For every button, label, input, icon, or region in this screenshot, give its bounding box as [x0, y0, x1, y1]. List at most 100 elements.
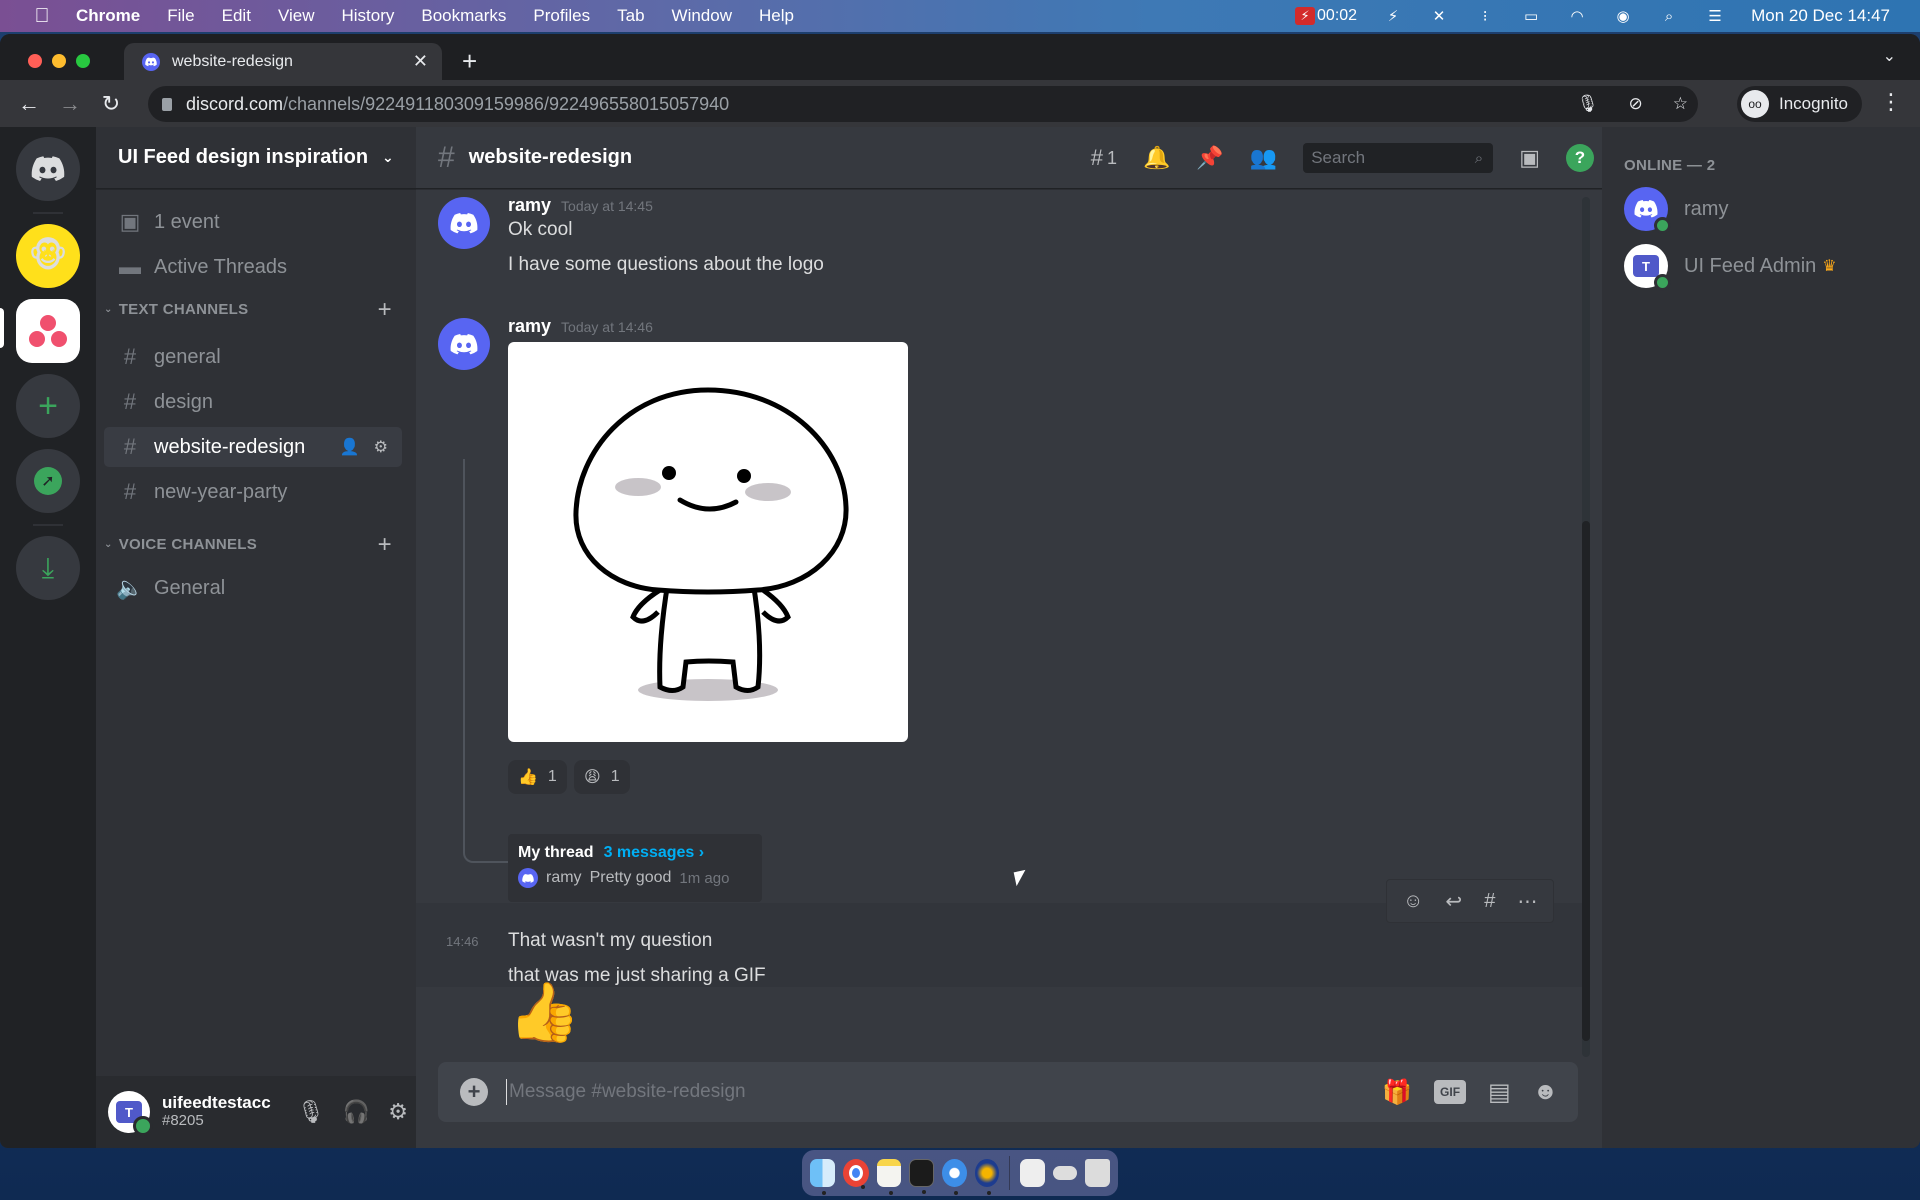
mute-microphone-icon[interactable]: 🎙 [297, 1099, 325, 1125]
reaction-weary-face[interactable]: 😩 1 [574, 760, 630, 794]
tracking-blocked-eye-icon[interactable]: ⊘ [1629, 94, 1643, 114]
reload-button[interactable]: ↻ [99, 91, 123, 117]
tab-search-chevron-icon[interactable]: ⌄ [1883, 46, 1896, 66]
channel-general[interactable]: # general [104, 337, 402, 377]
member-item[interactable]: T UI Feed Admin ♛ [1624, 244, 1837, 291]
thread-messages-link[interactable]: 3 messages › [604, 844, 705, 862]
bolt-app-icon[interactable]: ⚡ [1383, 6, 1403, 26]
menubar-clock[interactable]: Mon 20 Dec 14:47 [1751, 6, 1890, 26]
menu-profiles[interactable]: Profiles [533, 6, 590, 26]
create-text-channel-button[interactable]: + [378, 296, 392, 324]
dock-trash-icon[interactable] [1085, 1159, 1111, 1187]
member-list-icon[interactable]: 👥 [1250, 145, 1277, 171]
voice-channels-category[interactable]: ⌄ VOICE CHANNELS + [104, 531, 402, 558]
events-item[interactable]: ▣ 1 event [104, 202, 402, 242]
user-avatar[interactable]: T [108, 1091, 153, 1136]
menu-window[interactable]: Window [672, 6, 732, 26]
dock-finder-icon[interactable] [810, 1159, 835, 1195]
minimize-window-button[interactable] [52, 54, 66, 68]
dock-notes-icon[interactable] [876, 1159, 902, 1195]
menu-history[interactable]: History [341, 6, 394, 26]
dock-terminal-icon[interactable] [909, 1159, 935, 1194]
channel-new-year-party[interactable]: # new-year-party [104, 472, 402, 512]
wifi-icon[interactable]: ◠ [1567, 6, 1587, 26]
threads-button[interactable]: # 1 [1091, 145, 1117, 171]
browser-tab[interactable]: website-redesign ✕ [124, 43, 442, 80]
spotlight-search-icon[interactable]: ⌕ [1659, 6, 1679, 26]
apple-menu-icon[interactable]:  [30, 5, 54, 28]
author-avatar[interactable] [438, 318, 490, 370]
search-input[interactable]: Search ⌕ [1303, 143, 1494, 173]
server-ui-feed[interactable] [16, 299, 80, 363]
user-settings-gear-icon[interactable]: ⚙ [388, 1099, 408, 1125]
author-avatar[interactable] [438, 197, 490, 249]
member-item[interactable]: ramy [1624, 187, 1728, 234]
menu-file[interactable]: File [167, 6, 194, 26]
address-bar[interactable]: discord.com/channels/922491180309159986/… [148, 86, 1698, 122]
explore-servers-button[interactable]: ➚ [16, 449, 80, 513]
battery-icon[interactable]: ▭ [1521, 6, 1541, 26]
sticker-icon[interactable]: ▤ [1488, 1078, 1511, 1107]
pinned-messages-icon[interactable]: 📌 [1196, 145, 1223, 171]
menu-view[interactable]: View [278, 6, 315, 26]
screen-recorder[interactable]: ⚡ 00:02 [1295, 7, 1357, 25]
menu-bookmarks[interactable]: Bookmarks [421, 6, 506, 26]
dock-window-preview-icon[interactable] [1052, 1166, 1078, 1180]
zoom-window-button[interactable] [76, 54, 90, 68]
add-server-button[interactable]: + [16, 374, 80, 438]
gif-picker-button[interactable]: GIF [1434, 1080, 1467, 1104]
dock-safari-icon[interactable] [942, 1159, 967, 1195]
bookmark-star-icon[interactable]: ☆ [1673, 94, 1688, 114]
create-thread-icon[interactable]: # [1484, 890, 1495, 913]
incognito-profile-button[interactable]: oo Incognito [1737, 86, 1862, 122]
reaction-thumbs-up[interactable]: 👍 1 [508, 760, 567, 794]
close-tab-icon[interactable]: ✕ [413, 51, 428, 72]
inbox-icon[interactable]: ▣ [1519, 145, 1540, 171]
more-options-icon[interactable]: ⋯ [1517, 889, 1537, 914]
new-tab-button[interactable]: + [462, 46, 477, 77]
create-invite-icon[interactable]: 👤 [340, 437, 360, 457]
forward-button[interactable]: → [58, 91, 82, 117]
gif-attachment[interactable] [508, 342, 908, 742]
author-name[interactable]: ramy [508, 195, 551, 216]
back-button[interactable]: ← [17, 91, 41, 117]
dots-icon[interactable]: ⁝ [1475, 6, 1495, 26]
menu-app-name[interactable]: Chrome [76, 6, 140, 26]
message-scrollbar[interactable] [1582, 197, 1590, 1057]
channel-design[interactable]: # design [104, 382, 402, 422]
help-icon[interactable]: ? [1566, 144, 1594, 172]
voice-channel-general[interactable]: 🔈 General [104, 568, 402, 608]
chrome-menu-icon[interactable]: ⋮ [1880, 89, 1902, 115]
bluetooth-icon[interactable]: ✕ [1429, 6, 1449, 26]
menu-help[interactable]: Help [759, 6, 794, 26]
close-window-button[interactable] [28, 54, 42, 68]
edit-channel-gear-icon[interactable]: ⚙ [374, 437, 388, 457]
dock-document-icon[interactable] [1020, 1159, 1045, 1187]
dock-chrome-icon[interactable] [842, 1159, 869, 1189]
direct-messages-button[interactable] [16, 137, 80, 201]
text-channels-category[interactable]: ⌄ TEXT CHANNELS + [104, 296, 402, 323]
deafen-headphones-icon[interactable]: 🎧 [343, 1099, 370, 1125]
user-account-icon[interactable]: ◉ [1613, 6, 1633, 26]
gift-icon[interactable]: 🎁 [1382, 1078, 1412, 1107]
server-mailchimp[interactable]: 🐵 [16, 224, 80, 288]
create-voice-channel-button[interactable]: + [378, 531, 392, 559]
scrollbar-thumb[interactable] [1582, 521, 1590, 1041]
add-reaction-icon[interactable]: ☺ [1403, 890, 1423, 913]
notification-bell-icon[interactable]: 🔔 [1143, 145, 1170, 171]
active-threads-item[interactable]: ▬ Active Threads [104, 247, 402, 287]
server-header[interactable]: UI Feed design inspiration ⌄ [96, 127, 416, 189]
lock-icon[interactable] [162, 97, 172, 111]
menu-tab[interactable]: Tab [617, 6, 644, 26]
upload-plus-button[interactable]: + [460, 1078, 488, 1106]
message-input[interactable] [506, 1079, 1383, 1105]
reply-icon[interactable]: ↩ [1445, 889, 1462, 914]
author-name[interactable]: ramy [508, 316, 551, 337]
channel-website-redesign[interactable]: # website-redesign 👤 ⚙ [104, 427, 402, 467]
thread-preview[interactable]: My thread 3 messages › ramy Pretty good … [508, 834, 762, 902]
emoji-picker-icon[interactable]: ☻ [1533, 1078, 1558, 1106]
control-center-icon[interactable]: ☰ [1705, 6, 1725, 26]
download-apps-button[interactable]: ⤓ [16, 536, 80, 600]
dock-bolt-app-icon[interactable] [974, 1159, 1000, 1195]
menu-edit[interactable]: Edit [222, 6, 251, 26]
